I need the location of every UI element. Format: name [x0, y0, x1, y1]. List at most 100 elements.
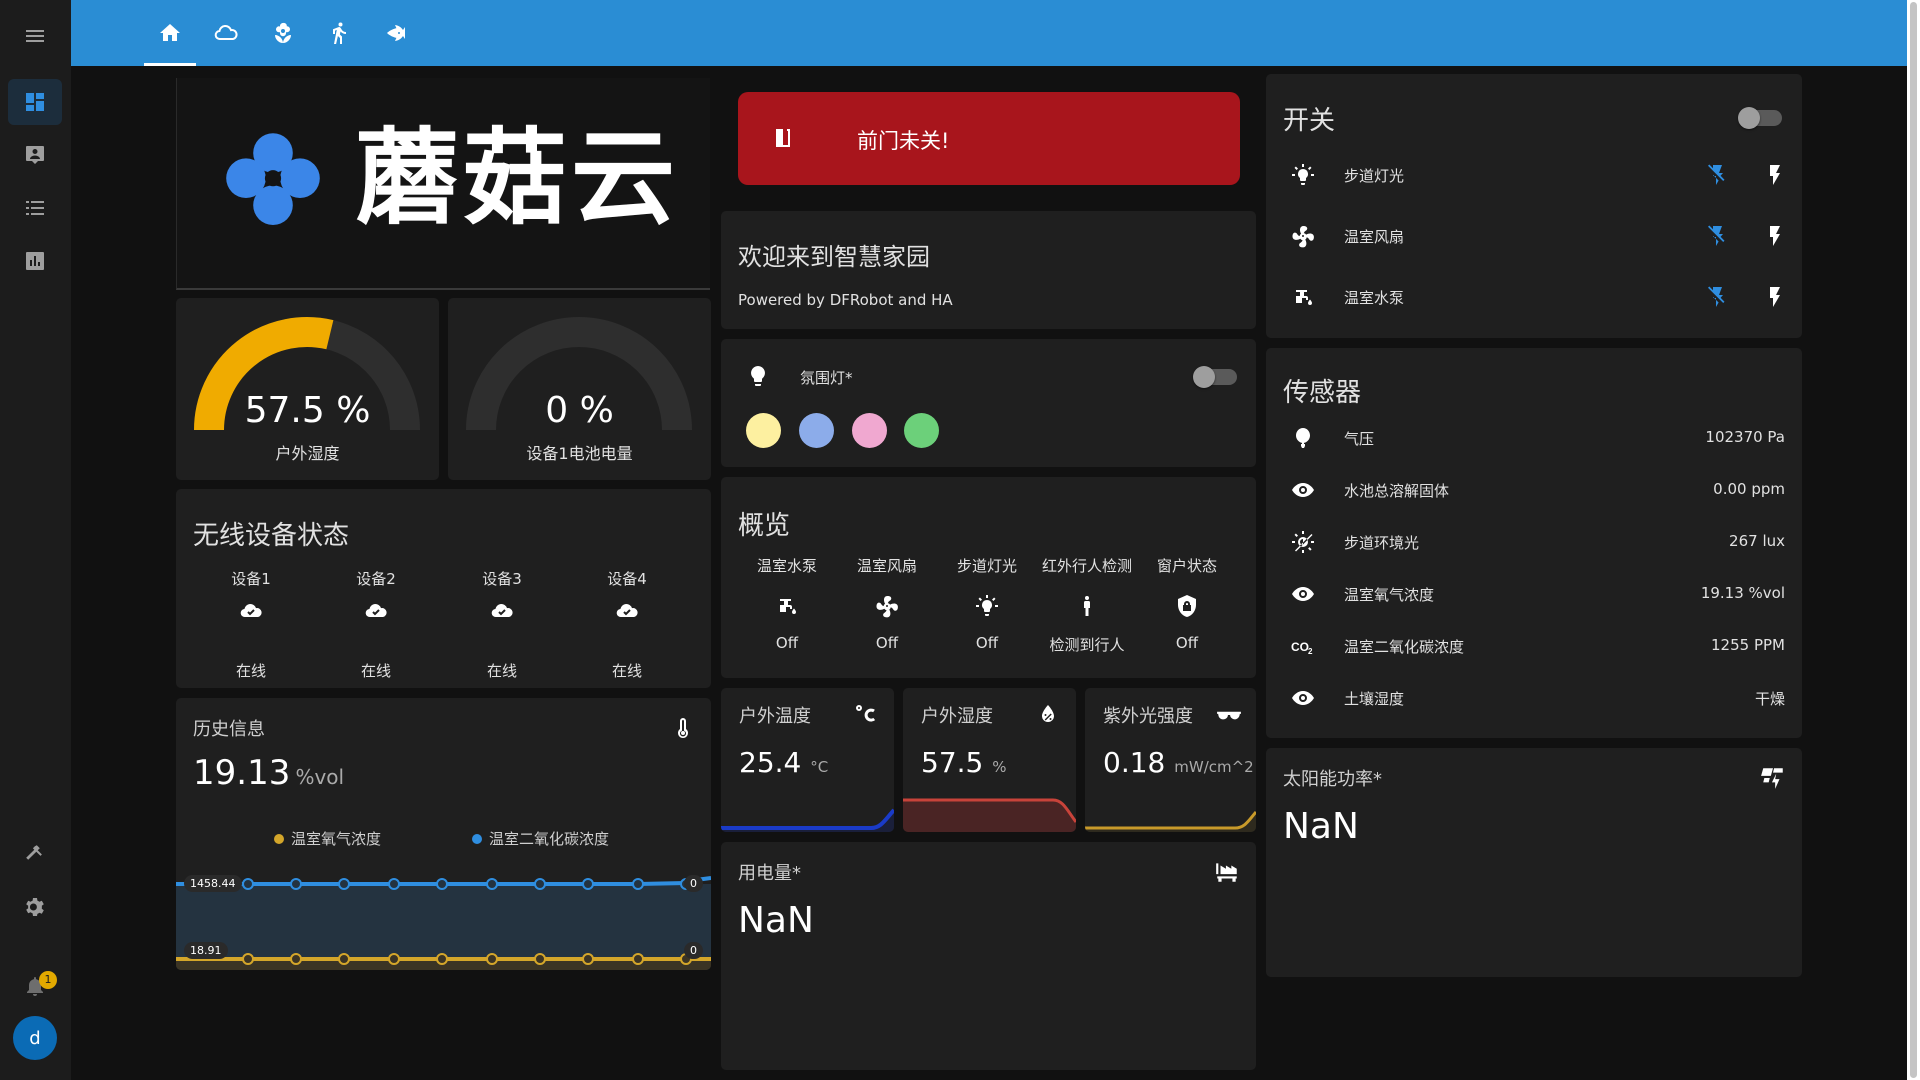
sidebar-item-notifications[interactable]: 1: [8, 963, 62, 1009]
sensor-row-ambient-light[interactable]: 步道环境光 267 lux: [1291, 527, 1785, 557]
solar-power-icon: [1761, 768, 1783, 789]
overview-item-pump[interactable]: 温室水泵 Off: [737, 555, 837, 652]
solar-power-card[interactable]: 太阳能功率* NaN: [1266, 748, 1802, 977]
power-value: NaN: [738, 900, 814, 941]
overview-state: Off: [975, 634, 999, 652]
welcome-card: 欢迎来到智慧家园 Powered by DFRobot and HA: [721, 211, 1256, 329]
humidity-gauge-card[interactable]: 57.5 % 户外湿度: [176, 298, 439, 480]
sensor-row-oxygen[interactable]: 温室氧气浓度 19.13 %vol: [1291, 579, 1785, 609]
switch-row-walkway-light: 步道灯光: [1291, 160, 1781, 190]
legend-label: 温室二氧化碳浓度: [489, 830, 610, 848]
device-status-3[interactable]: 设备3 在线: [442, 568, 562, 680]
outdoor-temp-card[interactable]: 户外温度 25.4 °C: [721, 688, 894, 832]
avatar[interactable]: d: [13, 1016, 57, 1060]
overview-card: 概览 温室水泵 Off 温室风扇 Off 步道灯光 Off 红外行人检测 检测到…: [721, 477, 1256, 678]
switch-name: 步道灯光: [1344, 166, 1405, 185]
sidebar-item-history[interactable]: [8, 238, 62, 284]
overview-item-pir[interactable]: 红外行人检测 检测到行人: [1037, 555, 1137, 655]
card-title: 开关: [1283, 106, 1336, 136]
sensor-value: 25.4: [739, 746, 802, 779]
fish-icon: [387, 25, 405, 41]
oxygen-start-label: 18.91: [184, 942, 228, 959]
sensor-row-tds[interactable]: 水池总溶解固体 0.00 ppm: [1291, 475, 1785, 505]
legend-swatch: [472, 833, 482, 844]
tab-weather[interactable]: [200, 0, 252, 66]
history-card[interactable]: 历史信息 19.13 %vol 温室氧气浓度 温室二氧化碳浓度 1458.44 …: [176, 698, 711, 970]
logo-text: 蘑菇云: [355, 117, 680, 239]
sidebar-item-overview[interactable]: [8, 79, 62, 125]
water-pump-icon: [1296, 290, 1312, 305]
color-swatch-yellow[interactable]: [746, 413, 781, 448]
factory-icon: [1216, 863, 1237, 882]
sensor-title: 户外温度: [739, 706, 811, 727]
color-swatch-green[interactable]: [904, 413, 939, 448]
flash-off-icon[interactable]: [1706, 224, 1730, 248]
sensor-value: 干燥: [1754, 690, 1785, 708]
flash-off-icon[interactable]: [1706, 285, 1730, 309]
sidebar-item-developer-tools[interactable]: [8, 831, 62, 877]
chart-box-icon: [26, 252, 44, 270]
overview-item-light[interactable]: 步道灯光 Off: [937, 555, 1037, 652]
color-swatch-pink[interactable]: [852, 413, 887, 448]
sensor-name: 温室氧气浓度: [1344, 585, 1435, 604]
battery-gauge-card[interactable]: 0 % 设备1电池电量: [448, 298, 711, 480]
sensor-name: 温室二氧化碳浓度: [1344, 637, 1465, 656]
device-state: 在线: [486, 662, 517, 680]
co2-start-label: 1458.44: [184, 875, 242, 892]
ambient-light-card: 氛围灯*: [721, 339, 1256, 467]
card-title: 概览: [738, 511, 791, 541]
sidebar-item-settings[interactable]: [8, 884, 62, 930]
sidebar-item-logbook[interactable]: [8, 185, 62, 231]
cloud-check-icon: [491, 604, 513, 618]
device-state: 在线: [235, 662, 266, 680]
device-name: 设备4: [607, 570, 647, 588]
tab-home[interactable]: [144, 0, 196, 66]
tab-motion[interactable]: [313, 0, 365, 66]
door-open-icon: [776, 129, 790, 147]
device-status-2[interactable]: 设备2 在线: [316, 568, 436, 680]
power-usage-card[interactable]: 用电量* NaN: [721, 842, 1256, 1070]
sidebar: 1 d: [0, 0, 71, 1080]
sensor-row-pressure[interactable]: 气压 102370 Pa: [1291, 423, 1785, 453]
legend-co2[interactable]: 温室二氧化碳浓度: [472, 828, 609, 849]
legend-oxygen[interactable]: 温室氧气浓度: [274, 828, 381, 849]
flash-icon[interactable]: [1763, 285, 1787, 309]
welcome-title: 欢迎来到智慧家园: [738, 243, 930, 271]
overview-item-window[interactable]: 窗户状态 Off: [1137, 555, 1237, 652]
sensor-value: 19.13 %vol: [1700, 584, 1785, 602]
dashboard-icon: [26, 93, 44, 111]
device-status-1[interactable]: 设备1 在线: [191, 568, 311, 680]
person-icon: [1084, 596, 1090, 616]
sensor-value: 57.5: [921, 746, 984, 779]
device-name: 设备1: [231, 570, 271, 588]
flash-icon[interactable]: [1763, 163, 1787, 187]
color-swatch-blue[interactable]: [799, 413, 834, 448]
outdoor-humidity-card[interactable]: 户外湿度 57.5 %: [903, 688, 1076, 832]
tab-aquarium[interactable]: [369, 0, 421, 66]
menu-icon[interactable]: [8, 13, 62, 59]
home-icon: [160, 24, 180, 41]
overview-item-fan[interactable]: 温室风扇 Off: [837, 555, 937, 652]
sensor-row-co2[interactable]: CO 2 温室二氧化碳浓度 1255 PPM: [1291, 631, 1785, 661]
flash-icon[interactable]: [1763, 224, 1787, 248]
lightbulb-icon: [751, 366, 765, 386]
switches-master-toggle[interactable]: [1738, 107, 1782, 129]
flower-icon: [275, 22, 291, 43]
overview-name: 窗户状态: [1156, 557, 1217, 575]
device-status-4[interactable]: 设备4 在线: [567, 568, 687, 680]
tab-garden[interactable]: [257, 0, 309, 66]
front-door-alert[interactable]: 前门未关!: [738, 92, 1240, 185]
sensor-name: 气压: [1344, 429, 1375, 448]
ambient-toggle[interactable]: [1193, 366, 1237, 388]
sensor-name: 步道环境光: [1344, 533, 1420, 552]
fan-icon: [1292, 226, 1314, 248]
sidebar-item-map[interactable]: [8, 132, 62, 178]
sensor-row-soil-moisture[interactable]: 土壤湿度 干燥: [1291, 683, 1785, 713]
alert-text: 前门未关!: [857, 129, 950, 153]
gear-icon: [26, 898, 44, 916]
uv-card[interactable]: 紫外光强度 0.18 mW/cm^2: [1085, 688, 1256, 832]
notification-badge: 1: [39, 971, 57, 989]
page-scrollbar[interactable]: [1907, 0, 1920, 1080]
flash-off-icon[interactable]: [1706, 163, 1730, 187]
svg-text:CO: CO: [1291, 640, 1309, 654]
